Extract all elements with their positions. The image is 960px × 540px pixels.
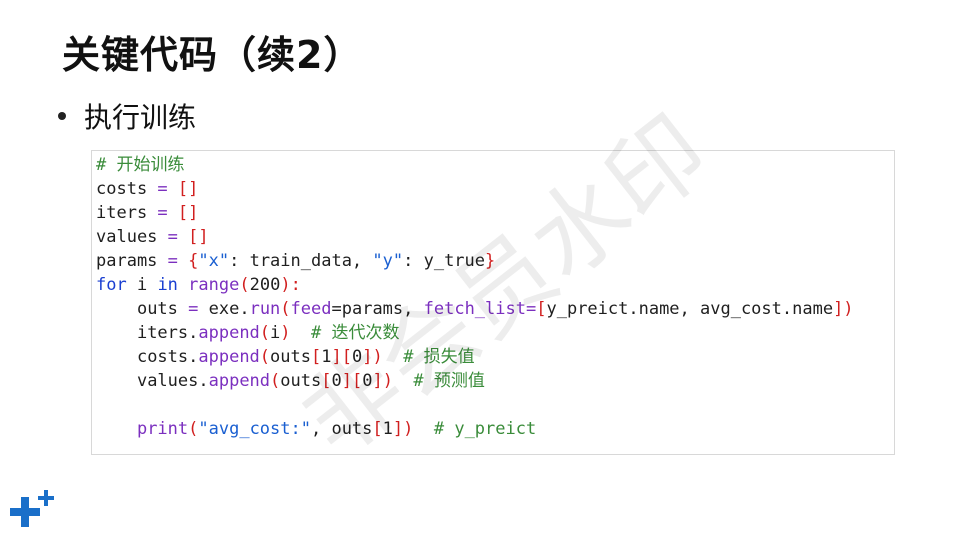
code-token: outs — [270, 347, 311, 367]
code-token: [ — [311, 347, 322, 367]
code-token: iters — [96, 203, 158, 223]
slide-title: 关键代码（续2） — [62, 33, 363, 77]
code-token: ( — [239, 275, 250, 295]
bullet-item: 执行训练 — [58, 96, 196, 136]
code-token: append — [198, 323, 260, 343]
code-token: print — [136, 419, 189, 439]
code-line: outs = exe.run(feed=params, fetch_list=[… — [96, 297, 854, 321]
code-token: [ — [536, 299, 547, 319]
code-token: 1 — [382, 419, 393, 439]
code-token: ( — [259, 347, 271, 367]
code-token: 1 — [321, 347, 332, 367]
code-token: ]) — [833, 299, 854, 319]
code-line: costs = [] — [96, 177, 198, 201]
code-line: iters = [] — [96, 201, 198, 225]
code-token: "x" — [198, 251, 230, 271]
code-line: print("avg_cost:", outs[1]) # y_preict — [96, 417, 536, 441]
code-token: append — [198, 347, 260, 367]
code-token: fetch_list — [423, 299, 526, 319]
code-token: outs — [280, 371, 322, 391]
code-token: ( — [259, 323, 271, 343]
code-token: iters. — [136, 323, 199, 343]
code-token: [] — [177, 179, 199, 199]
code-token: ): — [280, 275, 301, 295]
code-token: in — [157, 275, 178, 295]
code-line: # 开始训练 — [96, 153, 184, 177]
code-line: params = {"x": train_data, "y": y_true} — [96, 249, 495, 273]
code-token: ][ — [341, 371, 363, 391]
bullet-text: 执行训练 — [84, 101, 197, 134]
code-token: range — [188, 275, 240, 295]
code-token: =params, — [331, 299, 424, 319]
bullet-dot-icon — [58, 112, 66, 120]
code-token: : y_true — [403, 251, 486, 271]
code-token: feed — [290, 299, 332, 319]
code-token: = — [188, 299, 209, 319]
code-token: ( — [270, 371, 281, 391]
code-token: i — [270, 323, 281, 343]
code-token: ( — [188, 419, 199, 439]
code-token: ) — [280, 323, 291, 343]
code-token: { — [188, 251, 199, 271]
code-token: exe. — [208, 299, 250, 319]
code-token: = — [525, 299, 537, 319]
code-token: = — [167, 227, 189, 247]
code-token: values. — [136, 371, 209, 391]
code-line: iters.append(i) # 迭代次数 — [96, 321, 400, 345]
code-token: [] — [188, 227, 209, 247]
code-token: run — [249, 299, 281, 319]
code-token: ( — [280, 299, 291, 319]
code-token: for — [96, 275, 127, 295]
code-token: 0 — [362, 371, 373, 391]
code-token: = — [157, 203, 178, 223]
code-token: [] — [177, 203, 199, 223]
code-line: values.append(outs[0][0]) # 预测值 — [96, 369, 485, 393]
code-token: = — [157, 179, 178, 199]
code-token: # 损失值 — [382, 347, 475, 367]
code-token: costs — [96, 179, 158, 199]
code-token: "avg_cost:" — [198, 419, 311, 439]
code-token: 0 — [351, 347, 363, 367]
code-token: = — [167, 251, 189, 271]
code-token: # 预测值 — [392, 371, 485, 391]
code-token: outs — [136, 299, 189, 319]
code-block: # 开始训练 costs = [] iters = [] values = [] par… — [91, 150, 895, 455]
code-token: ]) — [372, 371, 393, 391]
code-token: ]) — [362, 347, 383, 367]
code-token: [ — [321, 371, 332, 391]
code-token: # 迭代次数 — [290, 323, 400, 343]
code-token: 0 — [331, 371, 342, 391]
medical-plus-logo-icon — [10, 490, 54, 527]
code-token: , outs — [310, 419, 373, 439]
code-token: "y" — [372, 251, 404, 271]
code-token: ]) — [392, 419, 414, 439]
code-line: costs.append(outs[1][0]) # 损失值 — [96, 345, 475, 369]
code-token: y_preict.name, avg_cost.name — [546, 299, 834, 319]
code-token: values — [96, 227, 168, 247]
code-token: append — [208, 371, 271, 391]
code-token: # y_preict — [413, 419, 537, 439]
code-token: params — [96, 251, 168, 271]
code-token: 200 — [249, 275, 281, 295]
code-token: costs. — [136, 347, 199, 367]
code-token: [ — [372, 419, 383, 439]
code-line: for i in range(200): — [96, 273, 301, 297]
code-token: : train_data, — [229, 251, 373, 271]
code-line: values = [] — [96, 225, 209, 249]
code-token: } — [485, 251, 496, 271]
code-token: i — [126, 275, 158, 295]
code-token: ][ — [331, 347, 352, 367]
code-token: # 开始训练 — [96, 155, 185, 175]
